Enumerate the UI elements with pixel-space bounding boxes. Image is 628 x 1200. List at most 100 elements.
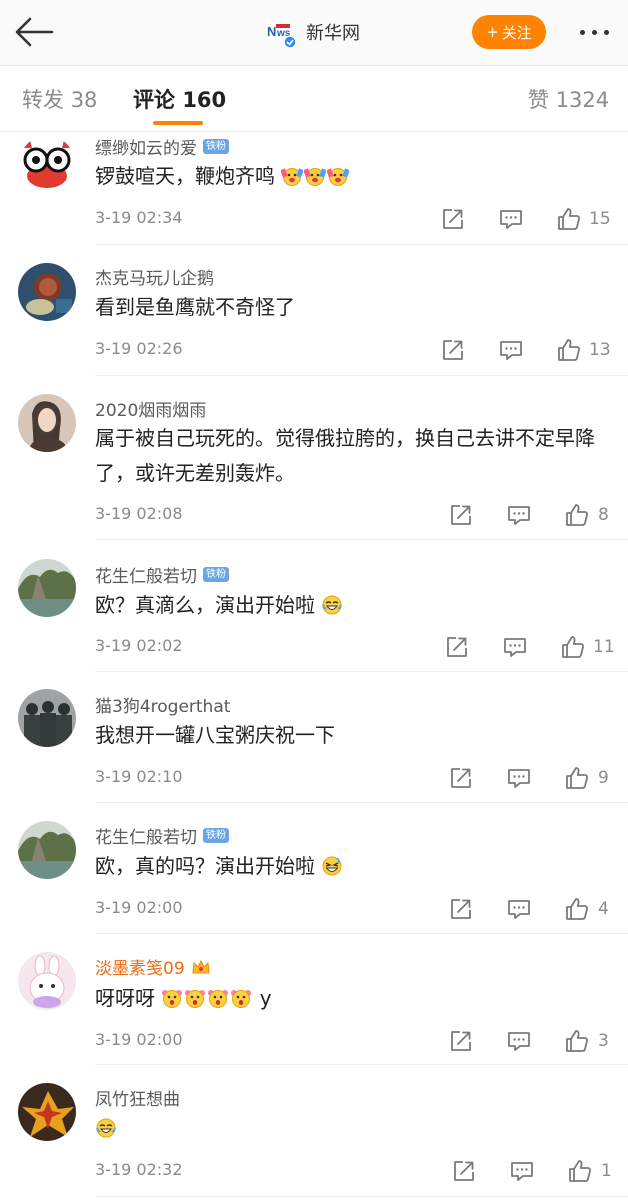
comment-time: 3-19 02:32 [95,1160,183,1179]
svg-text:N: N [267,24,276,39]
comment-text: 欧，真的吗？演出开始啦 [95,849,615,884]
fan-badge: 铁粉 [203,567,229,582]
avatar[interactable] [18,394,76,452]
comment-text [95,1111,615,1146]
like-icon[interactable] [556,337,580,361]
top-bar: N ws 新华网 + 关注 [0,0,628,66]
comment-username[interactable]: 凤竹狂想曲 [95,1085,180,1110]
comment-time: 3-19 02:02 [95,636,183,655]
fan-badge: 铁粉 [203,828,229,843]
reply-icon[interactable] [503,635,527,659]
comment-time: 3-19 02:00 [95,1030,183,1049]
username-text: 凤竹狂想曲 [95,1090,180,1110]
comment-username[interactable]: 2020烟雨烟雨 [95,396,206,421]
avatar[interactable] [18,952,76,1010]
tab-comments[interactable]: 评论 160 [133,84,226,114]
username-text: 花生仁般若切 [95,828,197,848]
tab-reposts[interactable]: 转发 38 [22,84,97,114]
avatar[interactable] [18,263,76,321]
avatar[interactable] [18,1083,76,1141]
back-arrow-icon[interactable] [12,14,56,50]
reply-icon[interactable] [510,1159,534,1183]
like-icon[interactable] [564,1028,588,1052]
comment-username[interactable]: 淡墨素笺09 [95,954,211,979]
like-count: 3 [598,1031,609,1051]
laugh-cry-emoji-icon [95,1116,118,1140]
comment-username[interactable]: 杰克马玩儿企鹅 [95,264,214,289]
divider [95,1196,628,1197]
comment-text-content: 呀呀呀 [95,986,155,1010]
like-count: 13 [589,340,611,360]
reply-icon[interactable] [499,338,523,362]
reply-icon[interactable] [507,1029,531,1053]
reply-icon[interactable] [507,503,531,527]
follow-button[interactable]: + 关注 [472,15,546,49]
laugh-cry-emoji-icon [321,593,344,617]
cheer-emoji-icon [281,164,350,188]
comment-time: 3-19 02:10 [95,767,183,786]
comment-text: 我想开一罐八宝粥庆祝一下 [95,723,335,747]
xinhua-logo-icon: N ws [264,15,298,49]
comment-username[interactable]: 花生仁般若切 铁粉 [95,562,229,587]
reply-icon[interactable] [507,897,531,921]
plus-icon: + [486,23,499,41]
share-icon[interactable] [449,897,473,921]
tab-count: 38 [70,88,98,112]
like-icon[interactable] [567,1158,591,1182]
like-count: 1 [601,1161,612,1181]
comment-username[interactable]: 缥缈如云的爱 铁粉 [95,134,229,159]
like-count: 4 [598,899,609,919]
username-text: 猫3狗4rogerthat [95,697,231,717]
tab-label: 赞 [528,88,549,112]
divider [95,244,628,245]
comment-text: 锣鼓喧天，鞭炮齐鸣 [95,159,615,194]
avatar[interactable] [18,689,76,747]
comment-text: 属于被自己玩死的。觉得俄拉胯的，换自己去讲不定早降了，或许无差别轰炸。 [95,426,595,485]
flower-emoji-icon [161,986,253,1010]
reply-icon[interactable] [507,766,531,790]
laughing-emoji-icon [321,854,344,878]
comment-username[interactable]: 花生仁般若切 铁粉 [95,823,229,848]
like-icon[interactable] [564,502,588,526]
comment-text-content: 欧，真的吗？演出开始啦 [95,854,315,878]
tab-likes[interactable]: 赞 1324 [528,84,609,114]
comment-text: 看到是鱼鹰就不奇怪了 [95,295,295,319]
share-icon[interactable] [441,338,465,362]
username-text: 花生仁般若切 [95,567,197,587]
comment-item: 猫3狗4rogerthat 我想开一罐八宝粥庆祝一下 3-19 02:10 9 [0,672,628,803]
comment-item: 花生仁般若切 铁粉 欧？真滴么，演出开始啦 3-19 02:02 11 [0,540,628,672]
share-icon[interactable] [449,1029,473,1053]
comment-username[interactable]: 猫3狗4rogerthat [95,692,230,717]
username-text: 杰克马玩儿企鹅 [95,269,214,289]
more-options-icon[interactable] [572,23,616,41]
comment-time: 3-19 02:00 [95,898,183,917]
share-icon[interactable] [449,766,473,790]
username-text: 缥缈如云的爱 [95,139,197,159]
comment-text: 欧？真滴么，演出开始啦 [95,588,615,623]
comment-item: 杰克马玩儿企鹅 看到是鱼鹰就不奇怪了 3-19 02:26 13 [0,246,628,376]
share-icon[interactable] [452,1159,476,1183]
like-icon[interactable] [560,634,584,658]
like-icon[interactable] [564,765,588,789]
avatar[interactable] [18,821,76,879]
avatar[interactable] [18,136,76,194]
account-header[interactable]: N ws 新华网 [264,14,360,50]
share-icon[interactable] [445,635,469,659]
comment-time: 3-19 02:08 [95,504,183,523]
reply-icon[interactable] [499,207,523,231]
comment-text-suffix: y [259,986,272,1010]
share-icon[interactable] [441,207,465,231]
tab-bar: 转发 38 评论 160 赞 1324 [0,66,628,132]
comment-time: 3-19 02:26 [95,339,183,358]
like-count: 9 [598,768,609,788]
like-count: 15 [589,209,611,229]
share-icon[interactable] [449,503,473,527]
comment-item: 凤竹狂想曲 3-19 02:32 1 [0,1065,628,1200]
avatar[interactable] [18,559,76,617]
username-text: 2020烟雨烟雨 [95,401,207,421]
like-icon[interactable] [556,206,580,230]
like-icon[interactable] [564,896,588,920]
username-text: 淡墨素笺09 [95,959,185,979]
comment-text: 呀呀呀 y [95,981,615,1016]
comment-text-content: 锣鼓喧天，鞭炮齐鸣 [95,164,275,188]
